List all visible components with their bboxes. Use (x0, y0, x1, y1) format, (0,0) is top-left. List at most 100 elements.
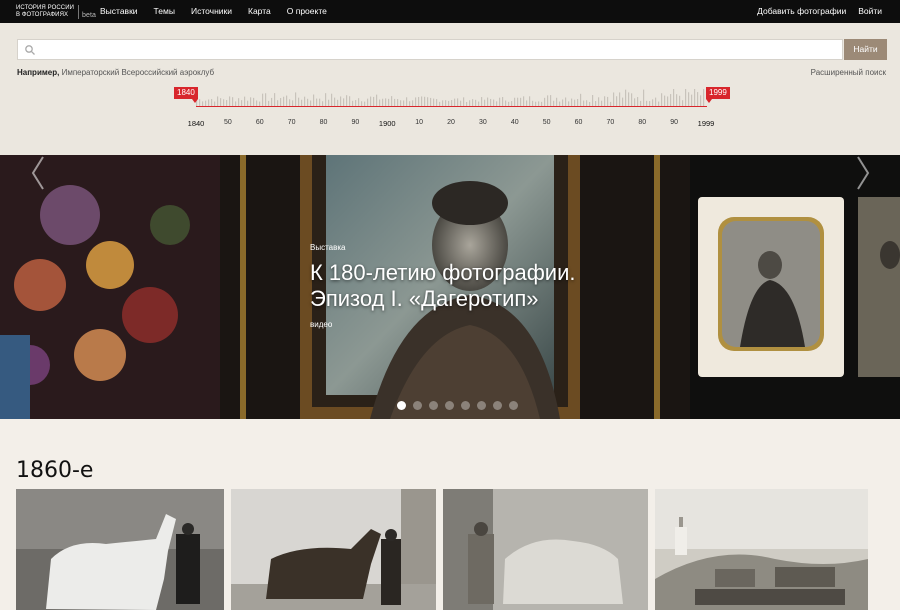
timeline-tick: 40 (510, 119, 519, 126)
login-link[interactable]: Войти (858, 6, 882, 16)
histogram-bar (565, 97, 567, 106)
histogram-bar (625, 89, 627, 106)
histogram-bar (628, 92, 630, 106)
histogram-bar (688, 92, 690, 106)
hero-title[interactable]: К 180-летию фотографии. Эпизод I. «Дагер… (310, 260, 610, 312)
histogram-bar (358, 98, 360, 106)
histogram-bar (613, 92, 615, 106)
histogram-bar (673, 89, 675, 106)
histogram-bar (373, 96, 375, 106)
histogram-bar (550, 95, 552, 106)
histogram-bar (481, 97, 483, 106)
timeline-tick: 30 (478, 119, 487, 126)
nav-about[interactable]: О проекте (287, 6, 327, 16)
nav-exhibitions[interactable]: Выставки (100, 6, 138, 16)
histogram-bar (700, 95, 702, 106)
nav-themes[interactable]: Темы (154, 6, 175, 16)
histogram-bar (298, 97, 300, 106)
histogram-bar (523, 96, 525, 106)
timeline-start-handle[interactable]: 1840 (174, 87, 198, 103)
photo-thumbnail-3[interactable] (443, 489, 648, 610)
chevron-right-icon[interactable] (855, 155, 871, 191)
timeline-tick: 1999 (697, 119, 715, 128)
histogram-bar (334, 97, 336, 106)
histogram-bar (238, 98, 240, 106)
histogram-bar (385, 98, 387, 106)
slider-dot[interactable] (413, 401, 422, 410)
histogram-bar (376, 94, 378, 106)
histogram-bar (382, 98, 384, 106)
histogram-bar (664, 95, 666, 106)
histogram-bar (571, 98, 573, 106)
timeline-tick: 50 (223, 119, 232, 126)
histogram-bar (457, 98, 459, 106)
histogram-bar (406, 97, 408, 106)
histogram-bar (607, 96, 609, 106)
histogram-bar (370, 96, 372, 106)
histogram-bar (670, 94, 672, 106)
photo-thumbnail-1[interactable] (16, 489, 224, 610)
histogram-bar (622, 97, 624, 106)
timeline-end-handle[interactable]: 1999 (706, 87, 730, 103)
slider-dot[interactable] (493, 401, 502, 410)
timeline-ticks: 1840 50 60 70 80 90 1900 10 20 30 40 50 60 70 80 90 1999 (0, 119, 900, 131)
histogram-bar (418, 96, 420, 106)
slider-dot[interactable] (429, 401, 438, 410)
add-photos-link[interactable]: Добавить фотографии (757, 6, 846, 16)
slider-dot[interactable] (509, 401, 518, 410)
histogram-bar (313, 94, 315, 106)
site-logo[interactable]: ИСТОРИЯ РОССИИ В ФОТОГРАФИЯХ beta (16, 5, 96, 19)
timeline-tick: 90 (351, 119, 360, 126)
nav-map[interactable]: Карта (248, 6, 271, 16)
histogram-bar (415, 97, 417, 106)
histogram-bar (637, 97, 639, 106)
main-nav: Выставки Темы Источники Карта О проекте (100, 6, 327, 16)
histogram-bar (283, 96, 285, 106)
histogram-bar (502, 97, 504, 106)
histogram-bar (307, 98, 309, 106)
logo-beta-label: beta (82, 12, 97, 19)
photo-thumbnail-4[interactable] (655, 489, 868, 610)
timeline-tick: 80 (638, 119, 647, 126)
photo-thumbnail-2[interactable] (231, 489, 436, 610)
timeline-tick: 10 (415, 119, 424, 126)
histogram-bar (316, 98, 318, 106)
slider-dot[interactable] (397, 401, 406, 410)
histogram-bar (529, 96, 531, 106)
histogram-bar (472, 99, 474, 106)
histogram-bar (319, 98, 321, 106)
slider-dot[interactable] (445, 401, 454, 410)
histogram-bar (250, 97, 252, 106)
histogram-bar (619, 92, 621, 106)
timeline-tick: 1840 (187, 119, 205, 128)
hero-kind-label: Выставка (310, 243, 346, 252)
histogram-bar (694, 89, 696, 106)
histogram-bar (253, 97, 255, 106)
slider-dot[interactable] (477, 401, 486, 410)
logo-divider (78, 5, 79, 19)
slider-dot[interactable] (461, 401, 470, 410)
histogram-bar (304, 96, 306, 106)
histogram-bar (421, 96, 423, 106)
histogram-bar (580, 93, 582, 106)
hero-slider: Выставка К 180-летию фотографии. Эпизод … (0, 155, 900, 419)
histogram-bar (631, 93, 633, 106)
logo-line-2: В ФОТОГРАФИЯХ (16, 12, 69, 18)
histogram-bar (346, 95, 348, 106)
decade-heading: 1860-е (16, 458, 94, 483)
histogram-bar (349, 96, 351, 106)
timeline-tick: 80 (319, 119, 328, 126)
timeline-tick: 50 (542, 119, 551, 126)
slider-dots (397, 401, 518, 410)
timeline-tick: 70 (287, 119, 296, 126)
histogram-bar (691, 94, 693, 106)
hero-caption: Выставка К 180-летию фотографии. Эпизод … (310, 243, 610, 329)
histogram-bar (223, 99, 225, 106)
histogram-bar (220, 98, 222, 106)
histogram-bar (577, 99, 579, 106)
histogram-bar (388, 98, 390, 106)
timeline-tick: 90 (670, 119, 679, 126)
histogram-bar (499, 97, 501, 106)
chevron-left-icon[interactable] (30, 155, 46, 191)
nav-sources[interactable]: Источники (191, 6, 232, 16)
